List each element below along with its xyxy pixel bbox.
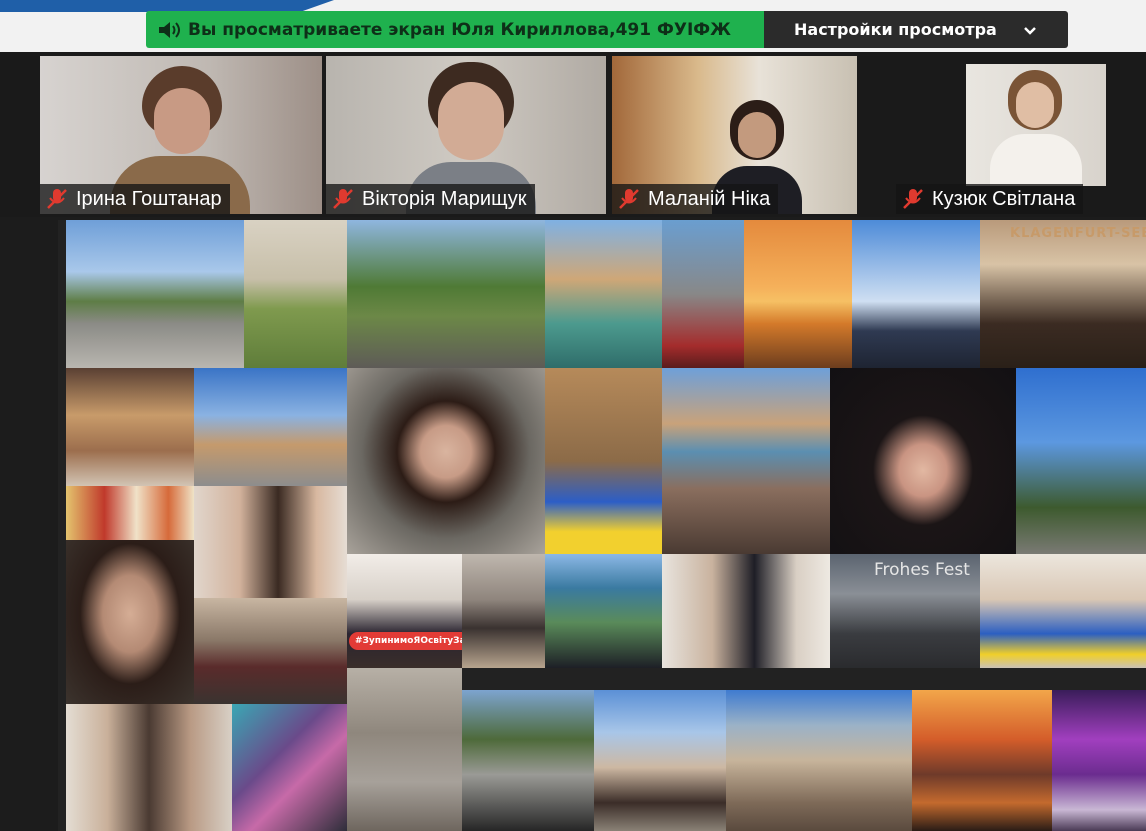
participant-name-label: Ірина Гоштанар [40,184,230,214]
participant-tile[interactable]: Кузюк Світлана [896,56,1108,214]
collage-photo [462,554,545,668]
collage-photo [66,220,244,368]
collage-photo [912,690,1052,831]
collage-photo [232,704,347,831]
collage-photo [662,368,830,554]
participant-strip: Ірина Гоштанар Вікторія Марищук Маланій … [0,52,1146,217]
participant-name: Вікторія Марищук [362,187,527,210]
collage-photo [662,220,744,368]
collage-photo [347,668,462,831]
collage-photo [1016,368,1146,554]
participant-name: Маланій Ніка [648,187,771,210]
participant-name-label: Кузюк Світлана [896,184,1084,214]
collage-photo [347,368,545,554]
collage-photo [744,220,852,368]
collage-photo [830,368,1016,554]
speaker-icon[interactable] [156,19,182,41]
chevron-down-icon [1019,19,1041,41]
screen-share-banner: Вы просматриваете экран Юля Кириллова,49… [146,11,764,48]
participant-name-label: Вікторія Марищук [326,184,535,214]
collage-photo [66,704,232,831]
view-options-button[interactable]: Настройки просмотра [764,11,1068,48]
collage-photo [594,690,726,831]
muted-mic-icon [900,186,926,212]
collage-photo [347,220,545,368]
collage-photo [66,540,194,704]
collage-photo: #ЗупинимоЯОсвітуЗаражно [347,554,462,668]
muted-mic-icon [330,186,356,212]
collage-photo: Frohes Fest [830,554,980,668]
collage-photo [852,220,980,368]
collage-photo [726,690,912,831]
participant-name: Кузюк Світлана [932,187,1076,210]
collage-photo [194,598,347,704]
participant-tile[interactable]: Ірина Гоштанар [40,56,322,214]
collage-photo: KLAGENFURT-SEE [980,220,1146,368]
collage-photo [545,368,662,554]
participant-video [966,64,1106,186]
shared-screen-collage: KLAGENFURT-SEE #ЗупинимоЯОсвітуЗаражно F… [58,220,1146,831]
collage-photo [662,554,830,668]
participant-tile[interactable]: Вікторія Марищук [326,56,606,214]
sign-text: Frohes Fest [874,560,970,580]
participant-name: Ірина Гоштанар [76,187,222,210]
collage-photo [462,690,594,831]
collage-photo [194,486,347,598]
collage-photo [545,220,662,368]
muted-mic-icon [616,186,642,212]
collage-photo [1052,690,1146,831]
participant-tile[interactable]: Маланій Ніка [612,56,857,214]
view-options-label: Настройки просмотра [794,20,997,39]
hashtag-badge: #ЗупинимоЯОсвітуЗаражно [349,632,462,650]
collage-photo [244,220,347,368]
muted-mic-icon [44,186,70,212]
screen-share-text: Вы просматриваете экран Юля Кириллова,49… [188,19,731,40]
collage-photo [66,486,194,540]
participant-name-label: Маланій Ніка [612,184,779,214]
sign-text: KLAGENFURT-SEE [1010,226,1146,241]
collage-photo [194,368,347,486]
collage-photo [66,368,194,486]
collage-photo [980,554,1146,668]
collage-photo [545,554,662,668]
